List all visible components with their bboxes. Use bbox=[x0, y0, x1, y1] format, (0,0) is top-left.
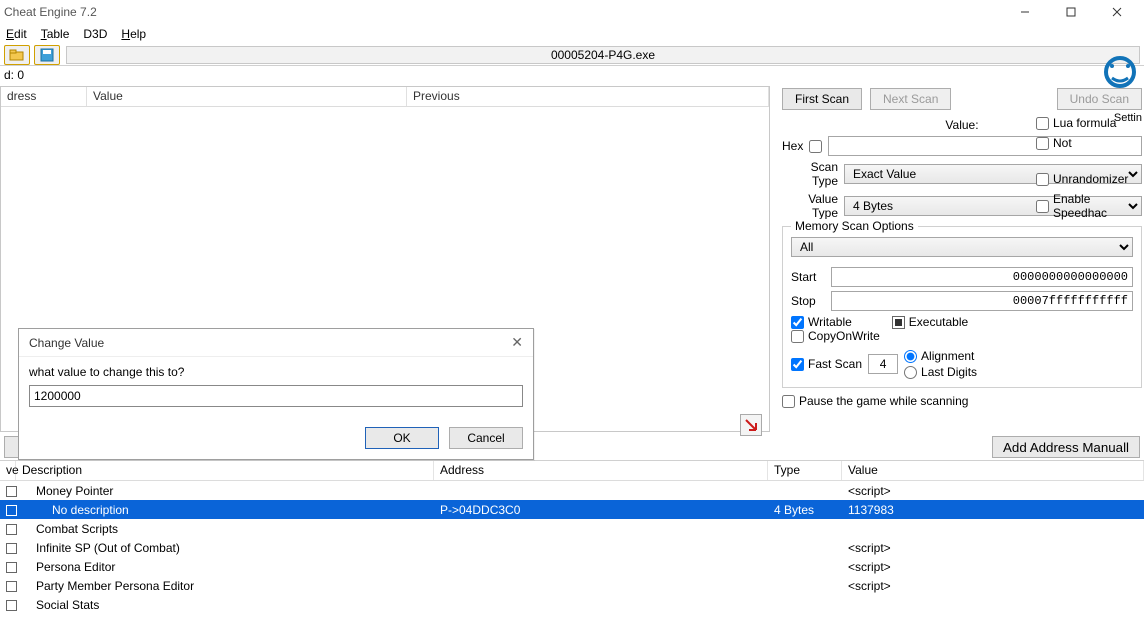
row-description: Money Pointer bbox=[16, 484, 434, 498]
row-value: <script> bbox=[842, 560, 1144, 574]
maximize-button[interactable] bbox=[1048, 0, 1094, 24]
th-active[interactable]: ve bbox=[0, 461, 16, 480]
row-address: P->04DDC3C0 bbox=[434, 503, 768, 517]
add-address-manually-button[interactable]: Add Address Manuall bbox=[992, 436, 1140, 458]
table-row[interactable]: Social Stats bbox=[0, 595, 1144, 614]
row-description: No description bbox=[16, 503, 434, 517]
process-name-field[interactable]: 00005204-P4G.exe bbox=[66, 46, 1140, 64]
minimize-button[interactable] bbox=[1002, 0, 1048, 24]
executable-checkbox[interactable] bbox=[892, 316, 905, 329]
add-to-list-arrow-icon[interactable] bbox=[740, 414, 762, 436]
memory-scan-legend: Memory Scan Options bbox=[791, 219, 918, 233]
value-type-label: Value Type bbox=[782, 192, 838, 220]
alignment-radio[interactable] bbox=[904, 350, 917, 363]
writable-checkbox[interactable] bbox=[791, 316, 804, 329]
th-type[interactable]: Type bbox=[768, 461, 842, 480]
menu-table[interactable]: Table bbox=[41, 27, 70, 41]
unrandomizer-label: Unrandomizer bbox=[1053, 172, 1128, 186]
lastdigits-label: Last Digits bbox=[921, 365, 977, 379]
col-value[interactable]: Value bbox=[87, 87, 407, 106]
next-scan-button: Next Scan bbox=[870, 88, 951, 110]
unrandomizer-checkbox[interactable] bbox=[1036, 173, 1049, 186]
row-type: 4 Bytes bbox=[768, 503, 842, 517]
window-title: Cheat Engine 7.2 bbox=[4, 5, 97, 19]
speedhack-checkbox[interactable] bbox=[1036, 200, 1049, 213]
open-process-icon[interactable] bbox=[4, 45, 30, 65]
row-description: Social Stats bbox=[16, 598, 434, 612]
col-previous[interactable]: Previous bbox=[407, 87, 769, 106]
dialog-ok-button[interactable]: OK bbox=[365, 427, 439, 449]
fastscan-label: Fast Scan bbox=[808, 357, 862, 371]
pause-game-label: Pause the game while scanning bbox=[799, 394, 968, 408]
fastscan-value-input[interactable] bbox=[868, 354, 898, 374]
lua-formula-label: Lua formula bbox=[1053, 116, 1116, 130]
row-value: <script> bbox=[842, 484, 1144, 498]
table-row[interactable]: Money Pointer <script> bbox=[0, 481, 1144, 500]
lua-formula-checkbox[interactable] bbox=[1036, 117, 1049, 130]
table-row[interactable]: Persona Editor <script> bbox=[0, 557, 1144, 576]
row-description: Infinite SP (Out of Combat) bbox=[16, 541, 434, 555]
th-address[interactable]: Address bbox=[434, 461, 768, 480]
copyonwrite-label: CopyOnWrite bbox=[808, 329, 880, 343]
stop-label: Stop bbox=[791, 294, 825, 308]
memory-region-select[interactable]: All bbox=[791, 237, 1133, 257]
col-address[interactable]: dress bbox=[1, 87, 87, 106]
close-button[interactable] bbox=[1094, 0, 1140, 24]
scan-type-label: Scan Type bbox=[782, 160, 838, 188]
menu-d3d[interactable]: D3D bbox=[83, 27, 107, 41]
table-row[interactable]: No descriptionP->04DDC3C04 Bytes1137983 bbox=[0, 500, 1144, 519]
dialog-title: Change Value bbox=[29, 336, 104, 350]
table-row[interactable]: Party Member Persona Editor <script> bbox=[0, 576, 1144, 595]
row-description: Combat Scripts bbox=[16, 522, 434, 536]
lastdigits-radio[interactable] bbox=[904, 366, 917, 379]
executable-label: Executable bbox=[909, 315, 968, 329]
app-logo-icon bbox=[1100, 46, 1140, 98]
copyonwrite-checkbox[interactable] bbox=[791, 330, 804, 343]
th-value[interactable]: Value bbox=[842, 461, 1144, 480]
row-description: Party Member Persona Editor bbox=[16, 579, 434, 593]
row-value: <script> bbox=[842, 579, 1144, 593]
dialog-value-input[interactable] bbox=[29, 385, 523, 407]
value-label: Value: bbox=[945, 118, 978, 132]
menu-help[interactable]: Help bbox=[121, 27, 146, 41]
stop-address-input[interactable] bbox=[831, 291, 1133, 311]
th-description[interactable]: Description bbox=[16, 461, 434, 480]
start-address-input[interactable] bbox=[831, 267, 1133, 287]
change-value-dialog: Change Value ✕ what value to change this… bbox=[18, 328, 534, 460]
table-row[interactable]: Combat Scripts bbox=[0, 519, 1144, 538]
row-value: 1137983 bbox=[842, 503, 1144, 517]
start-label: Start bbox=[791, 270, 825, 284]
dialog-prompt: what value to change this to? bbox=[29, 365, 523, 379]
table-row[interactable]: Infinite SP (Out of Combat) <script> bbox=[0, 538, 1144, 557]
dialog-close-icon[interactable]: ✕ bbox=[511, 334, 523, 351]
writable-label: Writable bbox=[808, 315, 852, 329]
not-label: Not bbox=[1053, 136, 1072, 150]
hex-label: Hex bbox=[782, 139, 803, 153]
first-scan-button[interactable]: First Scan bbox=[782, 88, 862, 110]
save-icon[interactable] bbox=[34, 45, 60, 65]
fastscan-checkbox[interactable] bbox=[791, 358, 804, 371]
row-value: <script> bbox=[842, 541, 1144, 555]
hex-checkbox[interactable] bbox=[809, 140, 822, 153]
pause-game-checkbox[interactable] bbox=[782, 395, 795, 408]
not-checkbox[interactable] bbox=[1036, 137, 1049, 150]
found-count: d: 0 bbox=[4, 68, 24, 82]
menu-edit[interactable]: Edit bbox=[6, 27, 27, 41]
speedhack-label: Enable Speedhac bbox=[1053, 192, 1144, 220]
dialog-cancel-button[interactable]: Cancel bbox=[449, 427, 523, 449]
alignment-label: Alignment bbox=[921, 349, 974, 363]
row-description: Persona Editor bbox=[16, 560, 434, 574]
